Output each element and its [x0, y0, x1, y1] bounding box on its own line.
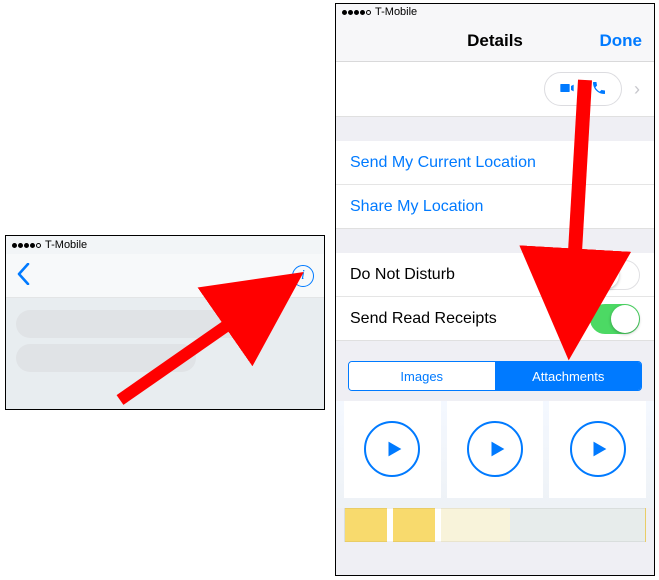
back-chevron-icon[interactable] — [16, 263, 30, 289]
settings-group: Do Not Disturb Send Read Receipts — [336, 253, 654, 341]
tab-label: Attachments — [532, 369, 604, 384]
tab-attachments[interactable]: Attachments — [496, 362, 642, 390]
audio-call-button[interactable] — [586, 76, 612, 102]
cell-label: Do Not Disturb — [350, 266, 455, 284]
carrier-label: T-Mobile — [375, 6, 417, 18]
attachment-tile[interactable] — [549, 401, 646, 498]
switch-knob — [611, 305, 639, 333]
media-tabs-row: Images Attachments — [336, 355, 654, 401]
section-gap — [336, 117, 654, 141]
contact-actions-row: › — [336, 62, 654, 117]
send-current-location-button[interactable]: Send My Current Location — [336, 141, 654, 185]
message-bubble — [16, 344, 196, 372]
attachments-grid — [336, 401, 654, 508]
location-group: Send My Current Location Share My Locati… — [336, 141, 654, 229]
conversation-body — [6, 298, 324, 384]
done-button[interactable]: Done — [600, 31, 643, 51]
do-not-disturb-row: Do Not Disturb — [336, 253, 654, 297]
cell-label: Send Read Receipts — [350, 310, 497, 328]
message-bubble — [16, 310, 246, 338]
phone-icon — [591, 80, 607, 99]
read-receipts-row: Send Read Receipts — [336, 297, 654, 341]
cell-label: Share My Location — [350, 198, 483, 216]
attachment-tile[interactable] — [447, 401, 544, 498]
signal-icon — [342, 10, 371, 15]
details-screen-screenshot: T-Mobile Details Done › Send My Current … — [335, 3, 655, 576]
play-icon — [467, 421, 523, 477]
switch-knob — [591, 261, 619, 289]
chevron-right-icon[interactable]: › — [634, 79, 640, 100]
signal-icon — [12, 243, 41, 248]
section-gap — [336, 341, 654, 355]
segmented-control: Images Attachments — [348, 361, 642, 391]
video-call-button[interactable] — [554, 76, 580, 102]
map-thumbnail[interactable] — [344, 508, 646, 542]
info-button[interactable]: i — [292, 265, 314, 287]
share-my-location-button[interactable]: Share My Location — [336, 185, 654, 229]
carrier-label: T-Mobile — [45, 239, 87, 251]
cell-label: Send My Current Location — [350, 154, 536, 172]
video-icon — [559, 80, 575, 99]
nav-bar: i — [6, 254, 324, 298]
status-bar: T-Mobile — [6, 236, 324, 254]
play-icon — [364, 421, 420, 477]
contact-action-pill — [544, 72, 622, 106]
do-not-disturb-switch[interactable] — [590, 260, 640, 290]
section-gap — [336, 229, 654, 253]
attachment-tile[interactable] — [344, 401, 441, 498]
play-icon — [570, 421, 626, 477]
status-bar: T-Mobile — [336, 4, 654, 20]
messages-conversation-screenshot: T-Mobile i — [5, 235, 325, 410]
info-icon: i — [301, 268, 305, 284]
tab-label: Images — [400, 369, 443, 384]
tab-images[interactable]: Images — [349, 362, 496, 390]
read-receipts-switch[interactable] — [590, 304, 640, 334]
nav-bar: Details Done — [336, 20, 654, 62]
